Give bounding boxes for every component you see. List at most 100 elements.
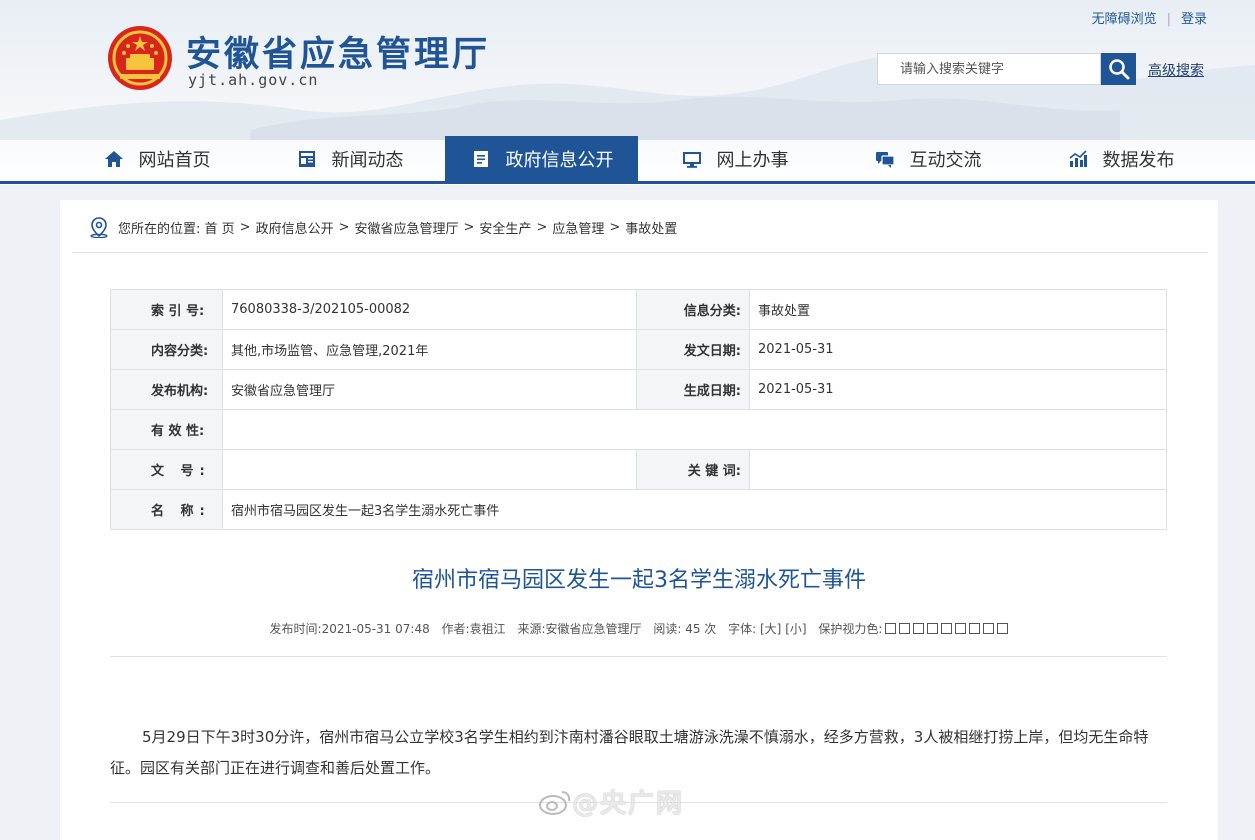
location-pin-icon (90, 217, 108, 238)
eye-care-color-swatch[interactable] (997, 623, 1009, 634)
nav-item-news[interactable]: 新闻动态 (253, 136, 446, 182)
time-value: 2021-05-31 07:48 (321, 622, 430, 636)
author-label: 作者: (441, 622, 470, 636)
breadcrumb-accident[interactable]: 事故处置 (625, 218, 677, 237)
breadcrumb: 您所在的位置: 首 页 > 政府信息公开 > 安徽省应急管理厅 > 安全生产 > 应急管… (88, 216, 677, 238)
breadcrumb-safety[interactable]: 安全生产 (479, 218, 531, 237)
document-icon (470, 148, 492, 170)
content-category-value: 其他,市场监管、应急管理,2021年 (222, 329, 637, 370)
weibo-icon (539, 790, 571, 815)
eye-care-color-swatch[interactable] (927, 623, 939, 634)
nav-item-gov-info[interactable]: 政府信息公开 (445, 136, 638, 182)
breadcrumb-department[interactable]: 安徽省应急管理厅 (355, 218, 459, 237)
article-meta: 发布时间:2021-05-31 07:48 作者:袁祖江 来源:安徽省应急管理厅… (60, 620, 1218, 637)
keywords-label: 关 键 词: (636, 449, 750, 490)
breadcrumb-emergency[interactable]: 应急管理 (552, 218, 604, 237)
content-category-label: 内容分类: (110, 329, 223, 370)
font-small-button[interactable]: [小] (785, 622, 806, 636)
main-nav: 网站首页 新闻动态 政府信息公开 网上办事 互动交流 数据发布 (0, 136, 1255, 182)
watermark-text: @央广网 (572, 789, 685, 819)
nav-item-data-release[interactable]: 数据发布 (1024, 136, 1217, 182)
divider (72, 252, 1208, 253)
breadcrumb-prefix: 您所在的位置: (118, 221, 201, 237)
breadcrumb-separator: > (536, 219, 548, 235)
divider (110, 656, 1167, 657)
breadcrumb-separator: > (338, 219, 350, 235)
nav-item-home[interactable]: 网站首页 (60, 136, 253, 182)
category-label: 信息分类: (636, 289, 750, 330)
breadcrumb-gov-info[interactable]: 政府信息公开 (256, 218, 334, 237)
index-label: 索 引 号: (110, 289, 223, 330)
news-icon (296, 148, 318, 170)
table-row: 发布机构: 安徽省应急管理厅 生成日期: 2021-05-31 (110, 369, 1167, 410)
reads-value: 45 次 (685, 622, 717, 636)
validity-value (222, 409, 1167, 450)
eye-care-color-swatch[interactable] (955, 623, 967, 634)
nav-underline (0, 181, 1255, 184)
pub-date-label: 发文日期: (636, 329, 750, 370)
nav-label: 网站首页 (138, 150, 211, 171)
table-row: 文 号: 关 键 词: (110, 449, 1167, 490)
table-row: 索 引 号: 76080338-3/202105-00082 信息分类: 事故处… (110, 289, 1167, 330)
article-title: 宿州市宿马园区发生一起3名学生溺水死亡事件 (412, 568, 866, 593)
validity-label: 有 效 性: (110, 409, 223, 450)
search-box (877, 53, 1101, 85)
name-label: 名 称: (110, 489, 223, 530)
reads-label: 阅读: (653, 622, 682, 636)
monitor-icon (681, 148, 703, 170)
org-label: 发布机构: (110, 369, 223, 410)
source-value: 安徽省应急管理厅 (545, 622, 642, 636)
advanced-search-link[interactable]: 高级搜索 (1148, 60, 1204, 80)
login-link[interactable]: 登录 (1181, 12, 1207, 27)
nav-label: 互动交流 (909, 150, 982, 171)
font-label: 字体: (728, 622, 757, 636)
eye-care-color-swatch[interactable] (913, 623, 925, 634)
name-value: 宿州市宿马园区发生一起3名学生溺水死亡事件 (222, 489, 1167, 530)
eye-care-label: 保护视力色: (818, 622, 883, 636)
table-row: 有 效 性: (110, 409, 1167, 450)
breadcrumb-separator: > (239, 219, 251, 235)
nav-label: 网上办事 (716, 150, 789, 171)
eye-care-color-swatch[interactable] (969, 623, 981, 634)
gen-date-label: 生成日期: (636, 369, 750, 410)
breadcrumb-separator: > (463, 219, 475, 235)
eye-care-color-swatch[interactable] (983, 623, 995, 634)
nav-label: 数据发布 (1102, 150, 1175, 171)
table-row: 名 称: 宿州市宿马园区发生一起3名学生溺水死亡事件 (110, 489, 1167, 530)
eye-care-color-swatch[interactable] (941, 623, 953, 634)
nav-item-interaction[interactable]: 互动交流 (831, 136, 1024, 182)
divider: | (1166, 12, 1171, 27)
source-label: 来源: (517, 622, 546, 636)
keywords-value (749, 449, 1167, 490)
index-value: 76080338-3/202105-00082 (222, 289, 637, 330)
org-value: 安徽省应急管理厅 (222, 369, 637, 410)
cnr-watermark: @央广网 (538, 783, 684, 820)
category-value: 事故处置 (749, 289, 1167, 330)
site-title: 安徽省应急管理厅 (186, 35, 491, 75)
pub-date-value: 2021-05-31 (749, 329, 1167, 370)
home-icon (103, 148, 125, 170)
nav-label: 新闻动态 (331, 150, 404, 171)
breadcrumb-separator: > (609, 219, 621, 235)
doc-no-value (222, 449, 637, 490)
doc-no-label: 文 号: (110, 449, 223, 490)
search-button[interactable] (1101, 53, 1136, 85)
nav-label: 政府信息公开 (505, 150, 614, 171)
gen-date-value: 2021-05-31 (749, 369, 1167, 410)
table-row: 内容分类: 其他,市场监管、应急管理,2021年 发文日期: 2021-05-3… (110, 329, 1167, 370)
eye-care-color-swatch[interactable] (899, 623, 911, 634)
national-emblem-logo (108, 26, 172, 90)
top-links: 无障碍浏览 | 登录 (1092, 8, 1207, 27)
content-panel: 您所在的位置: 首 页 > 政府信息公开 > 安徽省应急管理厅 > 安全生产 > 应急管… (60, 200, 1218, 840)
info-table: 索 引 号: 76080338-3/202105-00082 信息分类: 事故处… (110, 289, 1167, 530)
breadcrumb-home[interactable]: 首 页 (205, 218, 235, 237)
chat-icon (874, 148, 896, 170)
font-large-button[interactable]: [大] (760, 622, 781, 636)
nav-item-online-service[interactable]: 网上办事 (638, 136, 831, 182)
search-input[interactable] (878, 54, 1100, 84)
chart-icon (1067, 148, 1089, 170)
article-body: 5月29日下午3时30分许，宿州市宿马公立学校3名学生相约到汴南村潘谷眼取土塘游… (110, 728, 1149, 777)
author-value: 袁祖江 (469, 622, 506, 636)
accessibility-link[interactable]: 无障碍浏览 (1092, 12, 1157, 27)
eye-care-color-swatch[interactable] (885, 623, 897, 634)
